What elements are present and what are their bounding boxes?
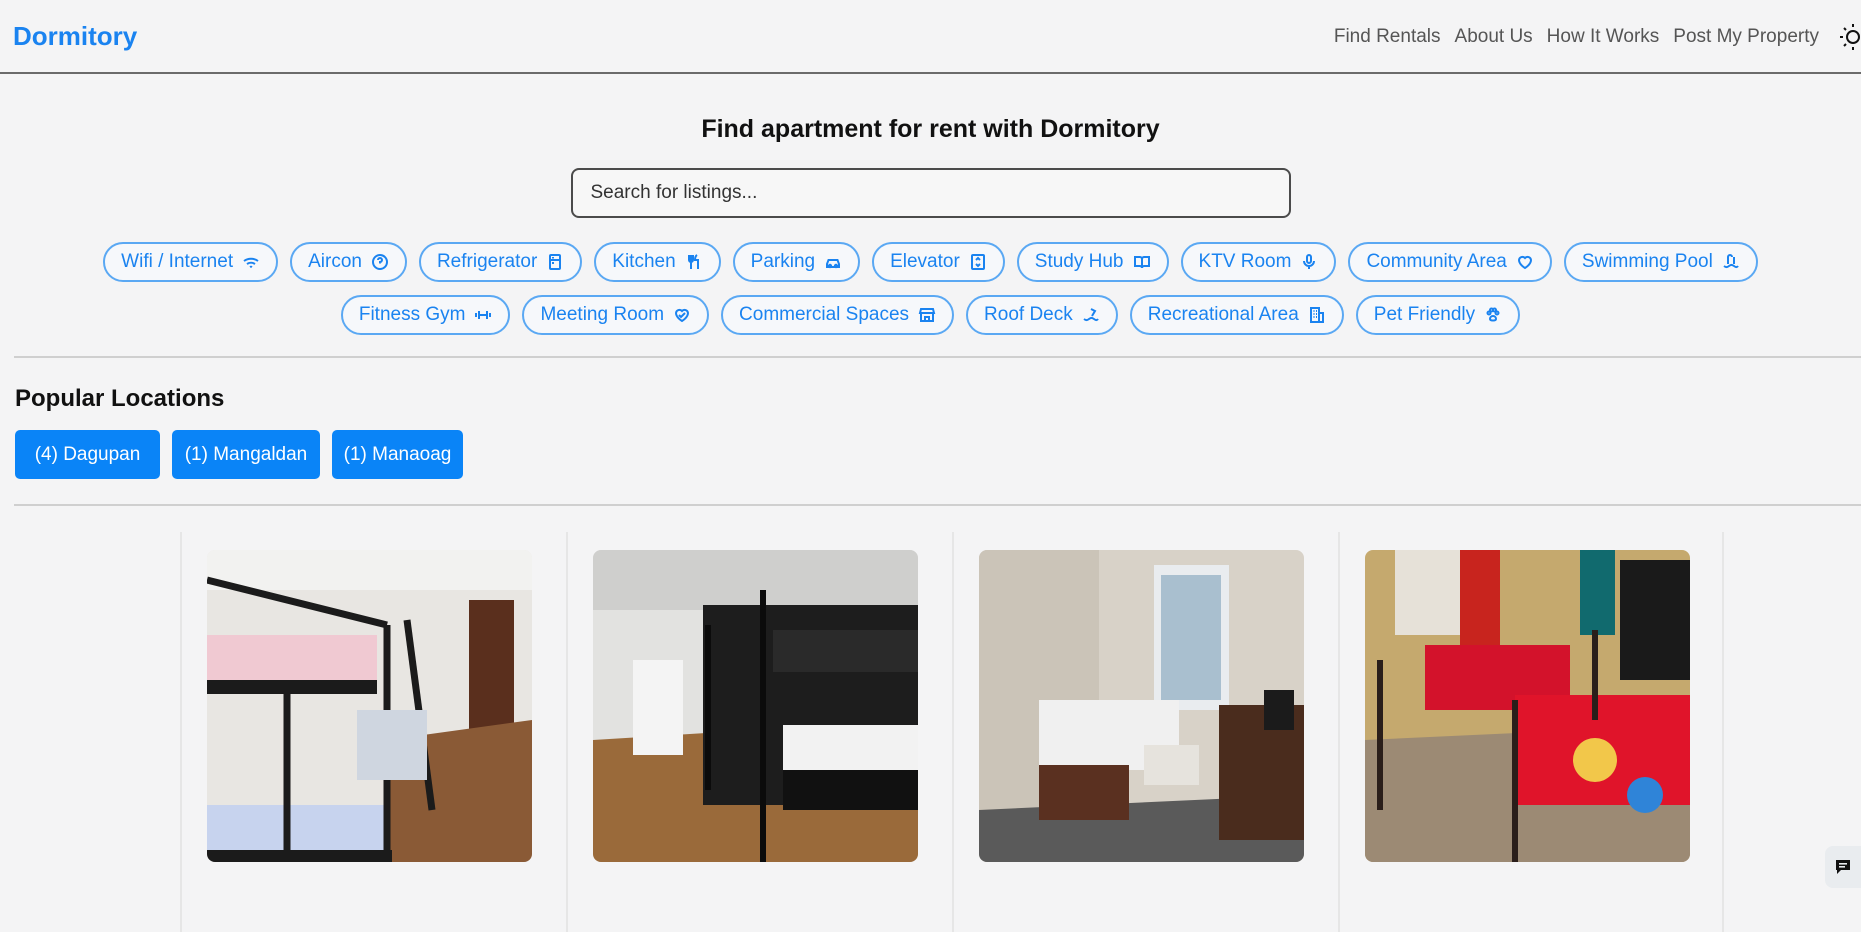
search-bar bbox=[0, 168, 1861, 218]
listing-grid bbox=[180, 532, 1861, 932]
amenity-chip-label: Parking bbox=[750, 251, 816, 272]
amenity-filters: Wifi / Internet Aircon Refrigerator Kitchen… bbox=[0, 242, 1861, 335]
book-icon bbox=[1133, 256, 1150, 269]
listing-photo[interactable] bbox=[593, 550, 918, 862]
store-icon bbox=[918, 308, 936, 322]
amenity-chip-label: Kitchen bbox=[612, 251, 676, 272]
amenity-chip-label: Swimming Pool bbox=[1581, 251, 1713, 272]
amenity-row-1: Wifi / Internet Aircon Refrigerator Kitchen… bbox=[103, 242, 1758, 282]
amenity-chip[interactable]: Parking bbox=[732, 242, 861, 282]
refrigerator-icon bbox=[549, 254, 562, 270]
microphone-icon bbox=[1303, 254, 1316, 269]
amenity-chip-label: Refrigerator bbox=[436, 251, 538, 272]
amenity-chip[interactable]: Refrigerator bbox=[418, 242, 583, 282]
paw-icon bbox=[1486, 307, 1500, 322]
nav-how-it-works[interactable]: How It Works bbox=[1547, 26, 1660, 48]
listing-card[interactable] bbox=[566, 532, 952, 932]
divider bbox=[14, 504, 1861, 506]
amenity-chip-label: Elevator bbox=[890, 251, 960, 272]
sun-icon[interactable] bbox=[1833, 22, 1861, 52]
nav-post-my-property[interactable]: Post My Property bbox=[1673, 26, 1819, 48]
wifi-icon bbox=[243, 257, 259, 268]
car-icon bbox=[826, 259, 841, 269]
amenity-chip[interactable]: Swimming Pool bbox=[1563, 242, 1758, 282]
building-icon bbox=[1309, 307, 1324, 323]
amenity-chip[interactable]: Fitness Gym bbox=[340, 295, 511, 335]
chat-button[interactable] bbox=[1825, 846, 1861, 888]
brand-logo[interactable]: Dormitory bbox=[13, 21, 137, 52]
popular-locations-title: Popular Locations bbox=[15, 385, 225, 412]
dumbbell-icon bbox=[475, 311, 492, 319]
amenity-chip-label: Pet Friendly bbox=[1373, 304, 1476, 325]
listing-card[interactable] bbox=[180, 532, 566, 932]
amenity-chip-label: Commercial Spaces bbox=[739, 304, 910, 325]
nav-about-us[interactable]: About Us bbox=[1455, 26, 1533, 48]
amenity-chip[interactable]: Wifi / Internet bbox=[103, 242, 279, 282]
amenity-chip-label: Roof Deck bbox=[984, 304, 1073, 325]
amenity-chip-label: Study Hub bbox=[1034, 251, 1124, 272]
location-dagupan-button[interactable]: (4) Dagupan bbox=[15, 430, 160, 479]
hero-title: Find apartment for rent with Dormitory bbox=[701, 115, 1160, 143]
amenity-chip-label: Wifi / Internet bbox=[121, 251, 234, 272]
popular-locations: (4) Dagupan (1) Mangaldan (1) Manaoag bbox=[15, 430, 1861, 479]
amenity-chip[interactable]: Meeting Room bbox=[522, 295, 710, 335]
listing-photo[interactable] bbox=[979, 550, 1304, 862]
amenity-chip[interactable]: Community Area bbox=[1348, 242, 1552, 282]
amenity-row-2: Fitness Gym Meeting Room Commercial Spaces… bbox=[340, 295, 1521, 335]
listing-photo[interactable] bbox=[1365, 550, 1690, 862]
heart-handshake-icon bbox=[675, 308, 690, 323]
nav-find-rentals[interactable]: Find Rentals bbox=[1334, 26, 1441, 48]
amenity-chip[interactable]: Study Hub bbox=[1016, 242, 1169, 282]
listing-photo[interactable] bbox=[207, 550, 532, 862]
elevator-icon bbox=[970, 254, 985, 270]
amenity-chip[interactable]: KTV Room bbox=[1180, 242, 1337, 282]
amenity-chip-label: Meeting Room bbox=[540, 304, 665, 325]
divider bbox=[14, 356, 1861, 358]
amenity-chip[interactable]: Elevator bbox=[872, 242, 1005, 282]
amenity-chip-label: Aircon bbox=[308, 251, 362, 272]
help-circle-icon bbox=[371, 254, 388, 270]
top-navbar: Dormitory Find Rentals About Us How It W… bbox=[0, 0, 1861, 74]
pool-icon bbox=[1723, 254, 1739, 269]
amenity-chip[interactable]: Aircon bbox=[290, 242, 407, 282]
amenity-chip[interactable]: Commercial Spaces bbox=[721, 295, 955, 335]
heart-icon bbox=[1517, 255, 1532, 270]
chat-icon bbox=[1836, 860, 1850, 874]
amenity-chip-label: Fitness Gym bbox=[358, 304, 466, 325]
listing-card[interactable] bbox=[1338, 532, 1724, 932]
location-mangaldan-button[interactable]: (1) Mangaldan bbox=[172, 430, 320, 479]
utensils-icon bbox=[687, 254, 699, 269]
amenity-chip-label: KTV Room bbox=[1198, 251, 1292, 272]
amenity-chip[interactable]: Kitchen bbox=[594, 242, 721, 282]
amenity-chip-label: Community Area bbox=[1366, 251, 1507, 272]
search-input[interactable] bbox=[570, 168, 1291, 218]
amenity-chip[interactable]: Roof Deck bbox=[966, 295, 1118, 335]
amenity-chip-label: Recreational Area bbox=[1147, 304, 1299, 325]
listing-card[interactable] bbox=[952, 532, 1338, 932]
location-manaoag-button[interactable]: (1) Manaoag bbox=[332, 430, 463, 479]
amenity-chip[interactable]: Pet Friendly bbox=[1355, 295, 1521, 335]
amenity-chip[interactable]: Recreational Area bbox=[1129, 295, 1344, 335]
main-nav: Find Rentals About Us How It Works Post … bbox=[1334, 22, 1861, 52]
waves-icon bbox=[1083, 308, 1099, 322]
